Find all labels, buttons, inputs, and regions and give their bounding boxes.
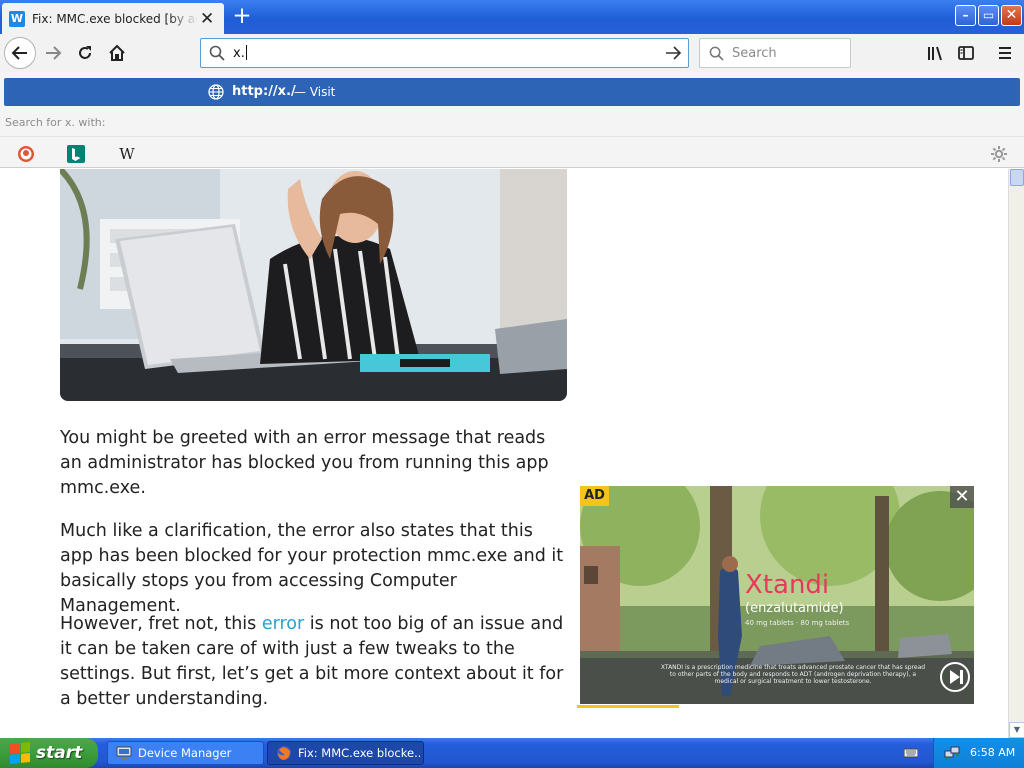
ad-fine-print: XTANDI is a prescription medicine that t… — [660, 664, 926, 685]
search-settings-icon[interactable] — [989, 144, 1009, 164]
search-bar[interactable]: Search — [699, 38, 851, 68]
url-suggestions-dropdown: http://x./ — Visit Search for x. with: W — [0, 72, 1024, 168]
menu-button[interactable] — [990, 38, 1020, 68]
tab-active[interactable]: W Fix: MMC.exe blocked [by administrator… — [2, 3, 224, 34]
windows-logo-icon — [10, 741, 30, 765]
system-clock: 6:58 AM — [970, 746, 1016, 759]
home-button[interactable] — [102, 38, 132, 68]
go-arrow-icon[interactable] — [665, 45, 683, 61]
navigation-toolbar: x. Search — [0, 34, 1024, 72]
scrollbar-thumb[interactable] — [1010, 169, 1024, 186]
sidebar-button[interactable] — [951, 38, 981, 68]
site-favicon-icon: W — [9, 10, 25, 27]
video-advertisement[interactable]: AD ✕ Xtandi (enzalutamide) 40 mg tablets… — [580, 486, 974, 704]
network-icon[interactable] — [944, 745, 960, 761]
suggestion-action: — Visit — [294, 85, 336, 99]
article-paragraph: However, fret not, this error is not too… — [60, 612, 570, 712]
globe-icon — [208, 84, 224, 100]
window-close-button[interactable]: ✕ — [1001, 5, 1022, 26]
back-arrow-icon — [11, 46, 27, 60]
window-maximize-button[interactable]: ▭ — [978, 5, 999, 26]
new-tab-button[interactable]: + — [230, 5, 254, 29]
ad-dose-text: 40 mg tablets · 80 mg tablets — [745, 619, 850, 627]
home-icon — [109, 44, 125, 61]
forward-button[interactable] — [38, 38, 68, 68]
forward-arrow-icon — [46, 46, 62, 60]
paragraph-text: However, fret not, this — [60, 614, 262, 634]
page-scrollbar[interactable]: ▼ — [1008, 169, 1024, 738]
wikipedia-icon[interactable]: W — [117, 144, 137, 164]
taskbar-item-firefox[interactable]: Fix: MMC.exe blocke... — [267, 741, 424, 765]
library-icon — [928, 46, 942, 61]
search-with-label: Search for x. with: — [5, 116, 106, 129]
error-link[interactable]: error — [262, 614, 304, 634]
taskbar-item-label: Device Manager — [138, 746, 232, 760]
firefox-icon — [277, 746, 291, 760]
library-button[interactable] — [920, 38, 950, 68]
system-tray: 6:58 AM — [904, 738, 1024, 768]
keyboard-icon[interactable] — [904, 746, 918, 760]
bing-icon[interactable] — [66, 144, 86, 164]
ad-brand-name: Xtandi — [745, 570, 830, 600]
article-paragraph: You might be greeted with an error messa… — [60, 428, 549, 498]
web-page: You might be greeted with an error messa… — [0, 169, 1008, 738]
suggestion-url: http://x./ — [232, 84, 296, 99]
reload-icon — [79, 46, 91, 59]
back-button[interactable] — [4, 37, 36, 69]
article-hero-image — [60, 169, 567, 401]
taskbar-item-device-manager[interactable]: Device Manager — [107, 741, 264, 765]
search-placeholder: Search — [732, 46, 777, 61]
start-button[interactable]: start — [0, 738, 98, 768]
ad-skip-next-icon[interactable] — [940, 662, 970, 692]
hamburger-menu-icon — [999, 47, 1011, 59]
ad-progress-bar — [577, 705, 679, 708]
reload-button[interactable] — [70, 38, 100, 68]
window-minimize-button[interactable]: – — [955, 5, 976, 26]
browser-title-bar: W Fix: MMC.exe blocked [by administrator… — [0, 0, 1024, 34]
ad-badge: AD — [580, 486, 609, 506]
search-icon — [209, 45, 225, 61]
windows-taskbar: start Device Manager Fix: MMC.exe blocke… — [0, 738, 1024, 768]
duckduckgo-icon[interactable] — [16, 144, 36, 164]
taskbar-item-label: Fix: MMC.exe blocke... — [298, 746, 420, 760]
search-icon — [709, 46, 724, 61]
scroll-down-arrow-icon[interactable]: ▼ — [1009, 722, 1024, 738]
tab-close-icon[interactable]: ✕ — [200, 10, 214, 27]
suggestion-visit-row[interactable]: http://x./ — Visit — [4, 78, 1020, 106]
one-off-search-engines: W — [0, 136, 1024, 168]
address-bar[interactable]: x. — [200, 38, 689, 68]
ad-close-button[interactable]: ✕ — [950, 486, 974, 508]
computer-icon — [116, 746, 132, 759]
ad-generic-name: (enzalutamide) — [745, 601, 844, 616]
sidebar-icon — [958, 46, 974, 60]
start-label: start — [36, 743, 83, 763]
tab-title: Fix: MMC.exe blocked [by administrator] — [32, 11, 198, 26]
address-input[interactable]: x. — [233, 45, 247, 61]
article-paragraph: Much like a clarification, the error als… — [60, 521, 564, 616]
